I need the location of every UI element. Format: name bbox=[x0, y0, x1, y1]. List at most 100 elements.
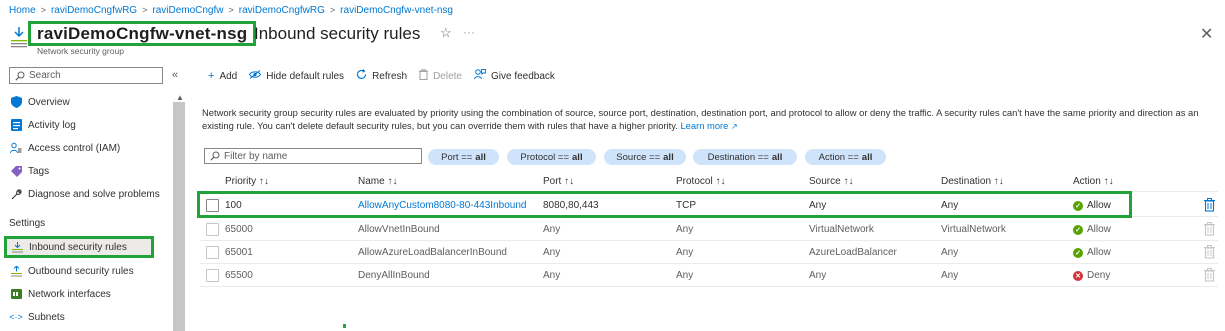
trash-icon[interactable] bbox=[1204, 198, 1215, 212]
table-row[interactable]: 65000 AllowVnetInBound Any Any VirtualNe… bbox=[200, 219, 1218, 241]
sidebar-item-subnets[interactable]: <·> Subnets bbox=[0, 306, 172, 328]
breadcrumb-nsg[interactable]: raviDemoCngfw-vnet-nsg bbox=[340, 5, 453, 16]
column-header-protocol[interactable]: Protocol ↑↓ bbox=[676, 176, 725, 187]
protocol-cell: Any bbox=[676, 224, 694, 235]
sidebar-item-outbound-security-rules[interactable]: Outbound security rules bbox=[0, 260, 172, 282]
breadcrumb-home[interactable]: Home bbox=[9, 5, 36, 16]
destination-cell: Any bbox=[941, 270, 959, 281]
sidebar-item-iam[interactable]: Access control (IAM) bbox=[0, 137, 172, 159]
port-cell: Any bbox=[543, 270, 561, 281]
port-cell: Any bbox=[543, 224, 561, 235]
close-icon[interactable]: ✕ bbox=[1200, 24, 1213, 44]
destination-cell: Any bbox=[941, 247, 959, 258]
check-icon: ✓ bbox=[1073, 247, 1083, 258]
protocol-cell: Any bbox=[676, 247, 694, 258]
outbound-rules-icon bbox=[10, 265, 22, 277]
destination-cell: VirtualNetwork bbox=[941, 224, 1006, 235]
breadcrumb-resource-group[interactable]: raviDemoCngfwRG bbox=[51, 5, 137, 16]
priority-cell: 65000 bbox=[225, 224, 253, 235]
delete-label: Delete bbox=[433, 70, 462, 82]
trash-icon bbox=[1204, 268, 1215, 282]
sidebar-item-label: Diagnose and solve problems bbox=[28, 188, 160, 200]
sidebar-search-placeholder: Search bbox=[29, 70, 61, 81]
sidebar-item-label: Activity log bbox=[28, 119, 76, 131]
sidebar-item-label: Overview bbox=[28, 96, 70, 108]
sidebar-scrollbar[interactable] bbox=[173, 102, 185, 331]
table-row[interactable]: 65001 AllowAzureLoadBalancerInBound Any … bbox=[200, 242, 1218, 264]
add-button[interactable]: + Add bbox=[208, 70, 237, 82]
inbound-rules-icon bbox=[11, 241, 23, 253]
hide-default-rules-button[interactable]: Hide default rules bbox=[249, 70, 344, 82]
sidebar-search-input[interactable]: Search bbox=[9, 67, 163, 84]
destination-filter-pill[interactable]: Destination == all bbox=[693, 149, 797, 165]
action-filter-pill[interactable]: Action == all bbox=[805, 149, 886, 165]
source-filter-pill[interactable]: Source == all bbox=[604, 149, 686, 165]
sidebar-item-label: Subnets bbox=[28, 311, 65, 323]
refresh-button[interactable]: Refresh bbox=[356, 69, 407, 83]
feedback-icon bbox=[473, 69, 486, 83]
action-cell: ✓ Allow bbox=[1073, 247, 1111, 258]
collapse-sidebar-icon[interactable]: « bbox=[172, 69, 178, 81]
row-checkbox[interactable] bbox=[206, 246, 219, 259]
add-label: Add bbox=[219, 70, 238, 82]
scroll-up-icon[interactable]: ▲ bbox=[176, 93, 184, 102]
sidebar-item-overview[interactable]: Overview bbox=[0, 91, 172, 113]
priority-cell: 65500 bbox=[225, 270, 253, 281]
x-circle-icon: ✕ bbox=[1073, 270, 1083, 281]
hide-default-rules-label: Hide default rules bbox=[266, 70, 345, 82]
chevron-right-icon: > bbox=[329, 5, 336, 15]
column-header-name[interactable]: Name ↑↓ bbox=[358, 176, 397, 187]
column-header-action[interactable]: Action ↑↓ bbox=[1073, 176, 1114, 187]
action-cell: ✓ Allow bbox=[1073, 224, 1111, 235]
external-link-icon: ↗ bbox=[731, 122, 738, 131]
row-checkbox[interactable] bbox=[206, 223, 219, 236]
give-feedback-label: Give feedback bbox=[490, 70, 555, 82]
subnet-icon: <·> bbox=[9, 312, 23, 322]
sidebar-item-activity-log[interactable]: Activity log bbox=[0, 114, 172, 136]
source-cell: Any bbox=[809, 270, 827, 281]
column-header-destination[interactable]: Destination ↑↓ bbox=[941, 176, 1004, 187]
sidebar-item-label: Tags bbox=[28, 165, 50, 177]
sidebar-item-diagnose[interactable]: Diagnose and solve problems bbox=[0, 183, 172, 205]
plus-icon: + bbox=[208, 70, 215, 82]
activity-log-icon bbox=[10, 119, 22, 131]
column-header-source[interactable]: Source ↑↓ bbox=[809, 176, 853, 187]
row-highlight-box bbox=[197, 191, 1132, 218]
row-checkbox[interactable] bbox=[206, 269, 219, 282]
rules-description: Network security group security rules ar… bbox=[202, 106, 1217, 133]
iam-icon bbox=[10, 142, 22, 154]
refresh-icon bbox=[356, 69, 367, 83]
priority-cell: 65001 bbox=[225, 247, 253, 258]
port-cell: Any bbox=[543, 247, 561, 258]
learn-more-link[interactable]: Learn more ↗ bbox=[680, 120, 737, 131]
sidebar-item-tags[interactable]: Tags bbox=[0, 160, 172, 182]
sidebar-item-network-interfaces[interactable]: Network interfaces bbox=[0, 283, 172, 305]
more-icon[interactable]: ··· bbox=[463, 25, 475, 39]
inbound-rules-icon bbox=[11, 27, 27, 48]
action-cell: ✕ Deny bbox=[1073, 270, 1110, 281]
breadcrumb-resource-group-2[interactable]: raviDemoCngfwRG bbox=[239, 5, 325, 16]
port-filter-pill[interactable]: Port == all bbox=[428, 149, 499, 165]
breadcrumb: Home > raviDemoCngfwRG > raviDemoCngfw >… bbox=[9, 3, 453, 17]
page-title: Inbound security rules bbox=[254, 23, 421, 43]
breadcrumb-firewall[interactable]: raviDemoCngfw bbox=[152, 5, 223, 16]
star-icon[interactable]: ☆ bbox=[440, 25, 452, 41]
delete-button[interactable]: Delete bbox=[419, 68, 462, 83]
hide-eye-icon bbox=[249, 70, 262, 82]
sidebar-item-label: Inbound security rules bbox=[29, 241, 127, 253]
table-row[interactable]: 65500 DenyAllInBound Any Any Any Any ✕ De… bbox=[200, 265, 1218, 287]
column-header-priority[interactable]: Priority ↑↓ bbox=[225, 176, 269, 187]
filter-by-name-input[interactable]: Filter by name bbox=[204, 148, 422, 164]
column-header-port[interactable]: Port ↑↓ bbox=[543, 176, 574, 187]
sidebar-item-label: Network interfaces bbox=[28, 288, 111, 300]
shield-icon bbox=[10, 96, 22, 108]
search-icon bbox=[15, 71, 25, 81]
annotation-mark bbox=[343, 324, 346, 328]
sidebar-item-inbound-security-rules[interactable]: Inbound security rules bbox=[4, 236, 154, 258]
rule-name-cell: AllowAzureLoadBalancerInBound bbox=[358, 247, 507, 258]
tag-icon bbox=[10, 165, 22, 177]
protocol-filter-pill[interactable]: Protocol == all bbox=[507, 149, 596, 165]
give-feedback-button[interactable]: Give feedback bbox=[473, 69, 555, 83]
refresh-label: Refresh bbox=[372, 70, 408, 82]
source-cell: VirtualNetwork bbox=[809, 224, 874, 235]
